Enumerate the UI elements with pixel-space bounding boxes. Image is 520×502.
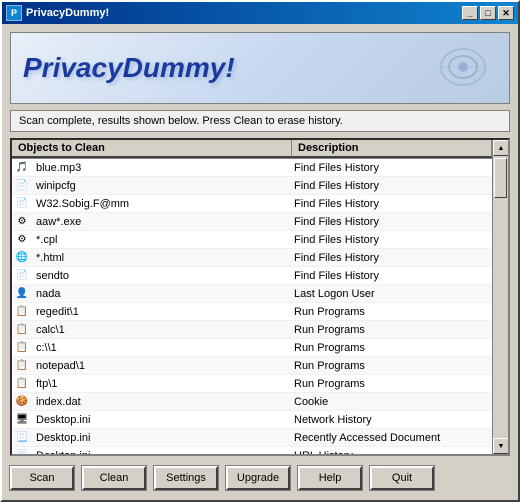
doc-icon: 📃 <box>12 429 32 447</box>
reg-icon: 📋 <box>12 303 32 321</box>
reg-icon: 📋 <box>12 339 32 357</box>
row-name: *.cpl <box>32 234 290 246</box>
row-name: ftp\1 <box>32 378 290 390</box>
row-name: aaw*.exe <box>32 216 290 228</box>
row-desc: Run Programs <box>290 360 492 372</box>
list-item[interactable]: 🍪index.datCookie <box>12 393 492 411</box>
app-icon: P <box>6 5 22 21</box>
status-bar: Scan complete, results shown below. Pres… <box>10 110 510 132</box>
row-desc: Recently Accessed Document <box>290 432 492 444</box>
close-button[interactable]: ✕ <box>498 6 514 20</box>
row-name: calc\1 <box>32 324 290 336</box>
list-item[interactable]: 📄W32.Sobig.F@mmFind Files History <box>12 195 492 213</box>
scan-button[interactable]: Scan <box>10 466 74 490</box>
row-desc: Find Files History <box>290 234 492 246</box>
upgrade-button[interactable]: Upgrade <box>226 466 290 490</box>
list-item[interactable]: 📃Desktop.iniURL History <box>12 447 492 454</box>
content-area: PrivacyDummy! Scan complete, results sho… <box>2 24 518 500</box>
cpl-icon: ⚙ <box>12 231 32 249</box>
list-item[interactable]: 📄sendtoFind Files History <box>12 267 492 285</box>
row-desc: Find Files History <box>290 270 492 282</box>
row-desc: Last Logon User <box>290 288 492 300</box>
row-desc: Find Files History <box>290 162 492 174</box>
reg-icon: 📋 <box>12 357 32 375</box>
row-desc: Find Files History <box>290 216 492 228</box>
html-icon: 🌐 <box>12 249 32 267</box>
scroll-down-button[interactable]: ▼ <box>493 438 509 454</box>
row-name: index.dat <box>32 396 290 408</box>
row-name: Desktop.ini <box>32 414 290 426</box>
reg-icon: 📋 <box>12 375 32 393</box>
list-header: Objects to Clean Description <box>12 140 492 159</box>
clean-button[interactable]: Clean <box>82 466 146 490</box>
list-item[interactable]: 📋ftp\1Run Programs <box>12 375 492 393</box>
scrollbar[interactable]: ▲ ▼ <box>492 140 508 454</box>
user-icon: 👤 <box>12 285 32 303</box>
row-name: winipcfg <box>32 180 290 192</box>
list-item[interactable]: 🌐*.htmlFind Files History <box>12 249 492 267</box>
title-bar: P PrivacyDummy! _ □ ✕ <box>2 2 518 24</box>
window-title: PrivacyDummy! <box>26 7 109 19</box>
row-name: Desktop.ini <box>32 432 290 444</box>
maximize-button[interactable]: □ <box>480 6 496 20</box>
logo-icon <box>433 39 493 97</box>
col-objects-header: Objects to Clean <box>12 140 292 158</box>
list-item[interactable]: 📋calc\1Run Programs <box>12 321 492 339</box>
logo-text: PrivacyDummy! <box>23 52 235 84</box>
list-item[interactable]: 📋regedit\1Run Programs <box>12 303 492 321</box>
row-name: *.html <box>32 252 290 264</box>
settings-button[interactable]: Settings <box>154 466 218 490</box>
logo-area: PrivacyDummy! <box>10 32 510 104</box>
list-item[interactable]: 🖥Desktop.iniNetwork History <box>12 411 492 429</box>
list-item[interactable]: 📃Desktop.iniRecently Accessed Document <box>12 429 492 447</box>
main-window: P PrivacyDummy! _ □ ✕ PrivacyDummy! S <box>0 0 520 502</box>
row-desc: Network History <box>290 414 492 426</box>
row-desc: Run Programs <box>290 324 492 336</box>
row-desc: Find Files History <box>290 180 492 192</box>
objects-list[interactable]: Objects to Clean Description 🎵blue.mp3Fi… <box>10 138 510 456</box>
minimize-button[interactable]: _ <box>462 6 478 20</box>
scrollbar-thumb[interactable] <box>494 158 507 198</box>
list-item[interactable]: 🎵blue.mp3Find Files History <box>12 159 492 177</box>
exe-icon: ⚙ <box>12 213 32 231</box>
reg-icon: 📋 <box>12 321 32 339</box>
col-desc-header: Description <box>292 140 492 158</box>
cookie-icon: 🍪 <box>12 393 32 411</box>
row-name: notepad\1 <box>32 360 290 372</box>
scrollbar-track[interactable] <box>493 156 508 438</box>
status-message: Scan complete, results shown below. Pres… <box>19 115 343 127</box>
file-icon: 📄 <box>12 267 32 285</box>
doc-icon: 📃 <box>12 447 32 455</box>
window-controls: _ □ ✕ <box>462 6 514 20</box>
row-desc: Find Files History <box>290 252 492 264</box>
network-icon: 🖥 <box>12 411 32 429</box>
row-desc: Find Files History <box>290 198 492 210</box>
row-desc: Run Programs <box>290 342 492 354</box>
row-name: blue.mp3 <box>32 162 290 174</box>
file-icon: 📄 <box>12 195 32 213</box>
row-desc: Cookie <box>290 396 492 408</box>
quit-button[interactable]: Quit <box>370 466 434 490</box>
list-item[interactable]: 📋c:\\1Run Programs <box>12 339 492 357</box>
button-bar: Scan Clean Settings Upgrade Help Quit <box>10 462 510 492</box>
list-item[interactable]: 📄winipcfgFind Files History <box>12 177 492 195</box>
list-item[interactable]: 📋notepad\1Run Programs <box>12 357 492 375</box>
row-name: nada <box>32 288 290 300</box>
row-name: regedit\1 <box>32 306 290 318</box>
row-desc: URL History <box>290 450 492 455</box>
scroll-up-button[interactable]: ▲ <box>493 140 509 156</box>
audio-icon: 🎵 <box>12 159 32 177</box>
row-name: Desktop.ini <box>32 450 290 455</box>
row-name: c:\\1 <box>32 342 290 354</box>
row-desc: Run Programs <box>290 378 492 390</box>
file-icon: 📄 <box>12 177 32 195</box>
row-name: sendto <box>32 270 290 282</box>
row-name: W32.Sobig.F@mm <box>32 198 290 210</box>
help-button[interactable]: Help <box>298 466 362 490</box>
row-desc: Run Programs <box>290 306 492 318</box>
list-body[interactable]: 🎵blue.mp3Find Files History📄winipcfgFind… <box>12 159 492 454</box>
list-item[interactable]: ⚙*.cplFind Files History <box>12 231 492 249</box>
list-item[interactable]: 👤nadaLast Logon User <box>12 285 492 303</box>
list-item[interactable]: ⚙aaw*.exeFind Files History <box>12 213 492 231</box>
